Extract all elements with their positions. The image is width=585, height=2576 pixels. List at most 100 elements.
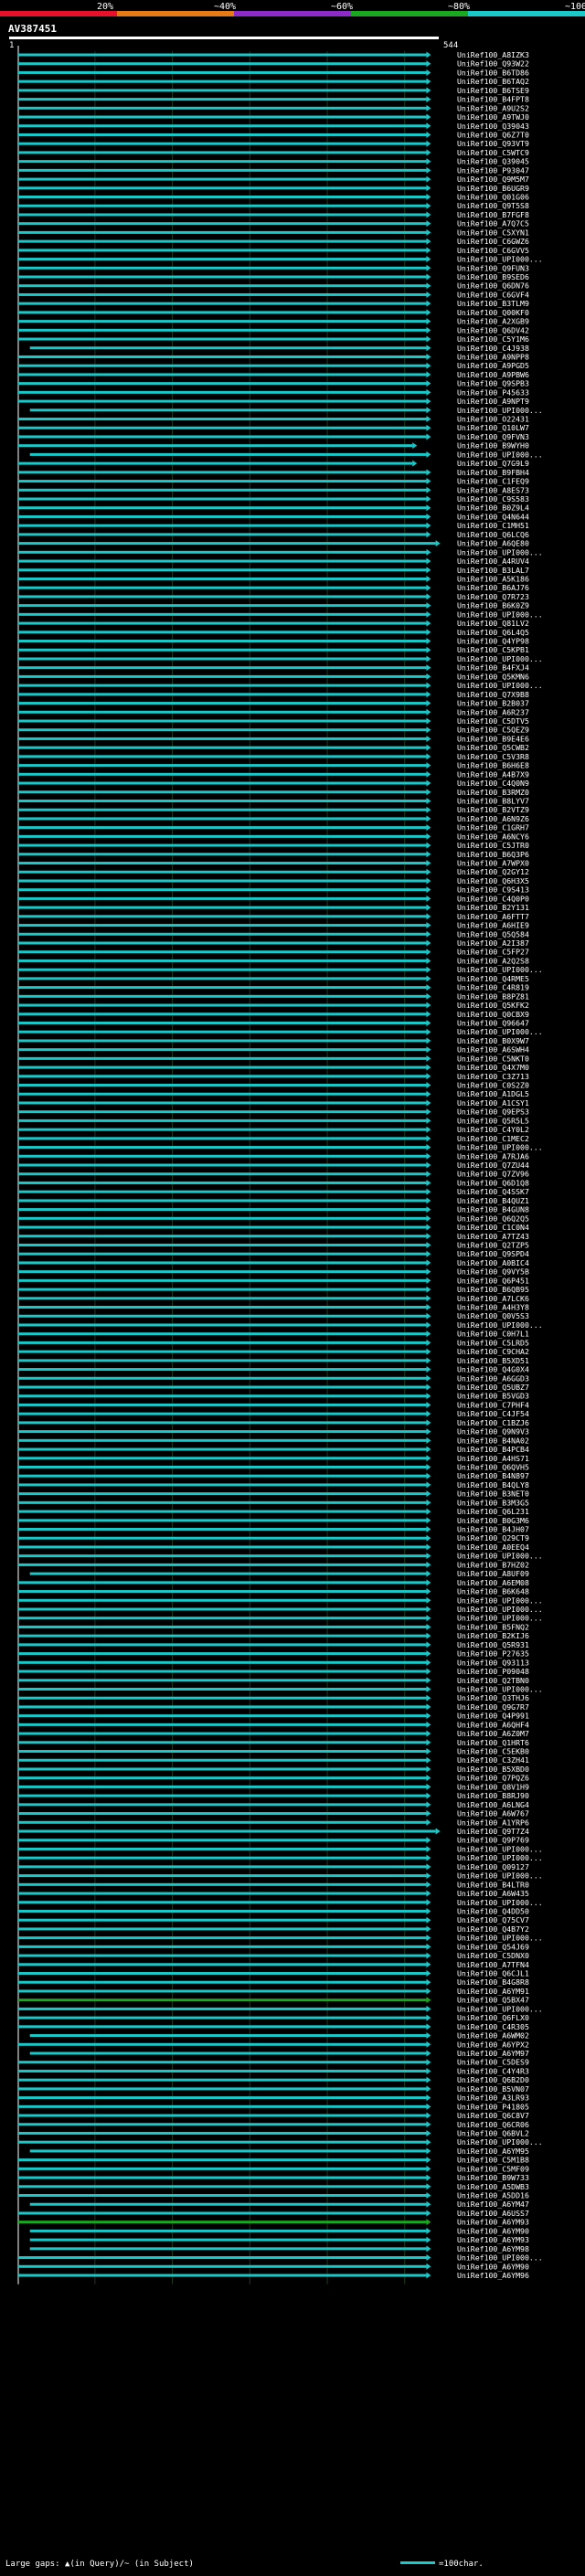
hit-bar[interactable]	[18, 373, 427, 376]
hit-label[interactable]: UniRef100_B8PZ81	[457, 991, 529, 1001]
hit-bar[interactable]	[18, 648, 427, 652]
hit-label[interactable]: UniRef100_B4FPT8	[457, 95, 529, 104]
hit-label[interactable]: UniRef100_Q4SSK7	[457, 1187, 529, 1196]
hit-bar[interactable]	[18, 1199, 427, 1203]
hit-label[interactable]: UniRef100_Q5CWB2	[457, 743, 529, 752]
hit-bar[interactable]	[18, 853, 427, 856]
hit-label[interactable]: UniRef100_B5VN07	[457, 2084, 529, 2094]
hit-label[interactable]: UniRef100_O22431	[457, 415, 529, 424]
hit-label[interactable]: UniRef100_Q6H3X5	[457, 876, 529, 885]
hit-bar[interactable]	[18, 986, 427, 990]
hit-bar[interactable]	[18, 1679, 427, 1682]
hit-bar[interactable]	[18, 70, 427, 74]
hit-bar[interactable]	[18, 621, 427, 625]
hit-bar[interactable]	[18, 586, 427, 589]
hit-bar[interactable]	[18, 941, 427, 945]
hit-label[interactable]: UniRef100_UPI000...	[457, 610, 543, 619]
hit-label[interactable]: UniRef100_C5DTV5	[457, 716, 529, 726]
hit-bar[interactable]	[18, 177, 427, 181]
hit-bar[interactable]	[18, 62, 427, 66]
hit-bar[interactable]	[18, 426, 427, 429]
hit-row[interactable]: UniRef100_UPI000...	[18, 1684, 543, 1693]
hit-label[interactable]: UniRef100_A6HIE9	[457, 921, 529, 930]
hit-row[interactable]: UniRef100_A6YM47	[29, 2200, 529, 2209]
hit-label[interactable]: UniRef100_Q6QVH5	[457, 1462, 529, 1471]
hit-label[interactable]: UniRef100_A6YM97	[457, 2049, 529, 2058]
hit-bar[interactable]	[18, 702, 427, 705]
hit-label[interactable]: UniRef100_Q4YP98	[457, 637, 529, 646]
hit-label[interactable]: UniRef100_A6QHF4	[457, 1720, 529, 1729]
hit-label[interactable]: UniRef100_A6YM90	[457, 2262, 529, 2271]
hit-label[interactable]: UniRef100_A7Q7C5	[457, 219, 529, 228]
hit-label[interactable]: UniRef100_C6GVF4	[457, 290, 529, 299]
hit-bar[interactable]	[18, 302, 427, 305]
hit-row[interactable]: UniRef100_UPI000...	[18, 1844, 543, 1853]
hit-label[interactable]: UniRef100_C5V3R8	[457, 752, 529, 761]
hit-row[interactable]: UniRef100_UPI000...	[18, 1898, 543, 1907]
hit-label[interactable]: UniRef100_Q2GY12	[457, 867, 529, 876]
hit-bar[interactable]	[18, 1918, 427, 1922]
hit-label[interactable]: UniRef100_B6TD86	[457, 68, 529, 77]
hit-row[interactable]: UniRef100_A6YM93	[29, 2235, 529, 2244]
hit-row[interactable]: UniRef100_UPI000...	[18, 2253, 543, 2263]
hit-bar[interactable]	[18, 843, 427, 847]
hit-bar[interactable]	[18, 2042, 427, 2046]
hit-label[interactable]: UniRef100_Q39045	[457, 157, 529, 166]
hit-bar[interactable]	[18, 89, 427, 92]
hit-bar[interactable]	[18, 355, 427, 358]
hit-bar[interactable]	[18, 915, 427, 918]
hit-label[interactable]: UniRef100_C1MEC2	[457, 1134, 529, 1143]
hit-bar[interactable]	[18, 399, 427, 403]
hit-bar[interactable]	[18, 2176, 427, 2179]
hit-bar[interactable]	[18, 790, 427, 794]
hit-label[interactable]: UniRef100_A7WPX0	[457, 859, 529, 868]
hit-bar[interactable]	[18, 1137, 427, 1140]
hit-label[interactable]: UniRef100_C4JF54	[457, 1409, 529, 1418]
hit-label[interactable]: UniRef100_C1GRH7	[457, 823, 529, 832]
hit-bar[interactable]	[18, 2158, 427, 2162]
hit-label[interactable]: UniRef100_A6SWH4	[457, 1045, 529, 1055]
hit-bar[interactable]	[29, 2051, 427, 2055]
hit-label[interactable]: UniRef100_Q5UBZ7	[457, 1383, 529, 1392]
hit-label[interactable]: UniRef100_UPI000...	[457, 1853, 543, 1862]
hit-bar[interactable]	[29, 452, 427, 456]
hit-bar[interactable]	[18, 2061, 427, 2064]
hit-bar[interactable]	[18, 772, 427, 776]
hit-bar[interactable]	[18, 1075, 427, 1078]
hit-bar[interactable]	[18, 1412, 427, 1415]
hit-label[interactable]: UniRef100_Q5BX47	[457, 1996, 529, 2005]
hit-bar[interactable]	[18, 1758, 427, 1762]
hit-label[interactable]: UniRef100_Q9FUN3	[457, 263, 529, 272]
hit-label[interactable]: UniRef100_Q9T5S8	[457, 201, 529, 210]
hit-label[interactable]: UniRef100_B4GUN8	[457, 1205, 529, 1214]
hit-row[interactable]: UniRef100_UPI000...	[18, 2137, 543, 2147]
hit-bar[interactable]	[18, 1323, 427, 1327]
hit-label[interactable]: UniRef100_A2XGB9	[457, 317, 529, 326]
hit-row[interactable]: UniRef100_UPI000...	[29, 450, 543, 459]
hit-label[interactable]: UniRef100_A9PBW6	[457, 370, 529, 379]
hit-bar[interactable]	[18, 275, 427, 279]
hit-bar[interactable]	[18, 2194, 427, 2198]
hit-bar[interactable]	[18, 2221, 427, 2224]
hit-bar[interactable]	[18, 1528, 427, 1532]
hit-label[interactable]: UniRef100_B0G3M6	[457, 1516, 529, 1525]
hit-bar[interactable]	[18, 1368, 427, 1372]
hit-label[interactable]: UniRef100_Q54J69	[457, 1942, 529, 1951]
hit-label[interactable]: UniRef100_B5FNQ2	[457, 1622, 529, 1631]
hit-label[interactable]: UniRef100_Q1HRT6	[457, 1738, 529, 1747]
hit-bar[interactable]	[18, 1554, 427, 1558]
hit-label[interactable]: UniRef100_Q01G06	[457, 193, 529, 202]
hit-label[interactable]: UniRef100_Q5Q584	[457, 929, 529, 938]
hit-bar[interactable]	[18, 480, 427, 483]
hit-bar[interactable]	[18, 1634, 427, 1638]
hit-label[interactable]: UniRef100_Q96647	[457, 1018, 529, 1027]
hit-label[interactable]: UniRef100_C4R819	[457, 983, 529, 992]
hit-label[interactable]: UniRef100_A9NPT9	[457, 397, 529, 406]
hit-bar[interactable]	[18, 1465, 427, 1468]
hit-bar[interactable]	[18, 222, 427, 226]
hit-label[interactable]: UniRef100_C4Y4R3	[457, 2066, 529, 2075]
hit-label[interactable]: UniRef100_Q6CR06	[457, 2120, 529, 2129]
hit-bar[interactable]	[18, 1252, 427, 1256]
hit-bar[interactable]	[18, 204, 427, 207]
hit-label[interactable]: UniRef100_Q6DV42	[457, 325, 529, 334]
